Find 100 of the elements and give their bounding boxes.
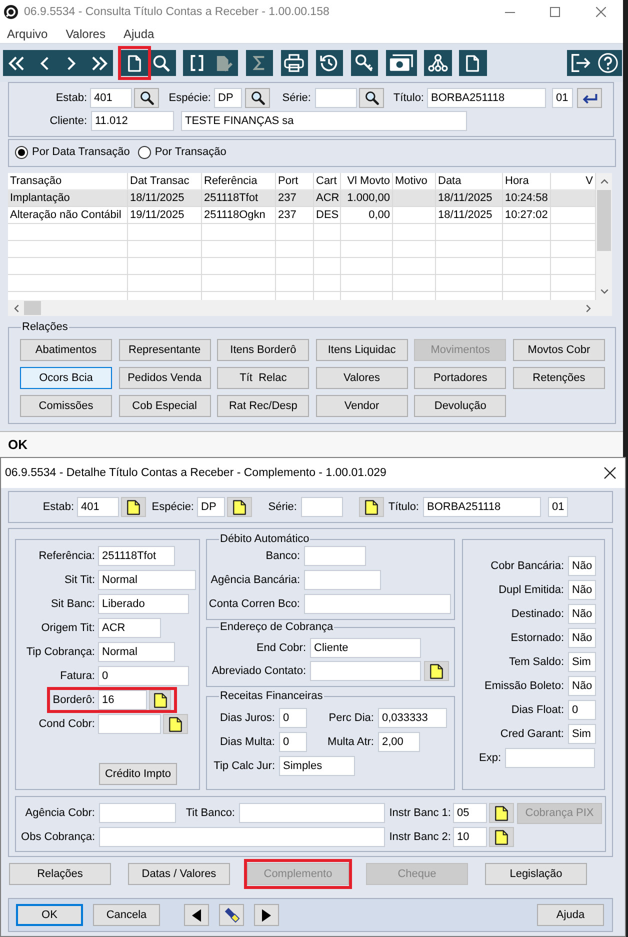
text-field[interactable]: Não [568, 556, 596, 576]
relation-button[interactable]: Rat Rec/Desp [217, 395, 310, 417]
text-field[interactable] [301, 497, 343, 517]
text-field[interactable] [99, 827, 385, 847]
toolbar-button[interactable] [350, 50, 378, 76]
toolbar-button[interactable] [316, 50, 343, 76]
radio-icon[interactable] [15, 146, 28, 158]
text-field[interactable]: Normal [98, 642, 175, 662]
relation-button[interactable]: Pedidos Venda [118, 367, 211, 389]
flashlight-button[interactable] [219, 904, 244, 926]
text-field[interactable]: 0 [279, 708, 307, 728]
lookup-button[interactable] [149, 690, 171, 710]
toolbar-button[interactable] [594, 50, 622, 76]
enter-button[interactable] [577, 88, 602, 108]
relation-button[interactable]: Cob Especial [118, 395, 211, 417]
section-button[interactable]: Legislação [485, 863, 587, 885]
toolbar-button[interactable] [183, 50, 210, 76]
text-field[interactable]: Sim [568, 724, 596, 744]
dialog-button[interactable]: Cancela [93, 904, 160, 926]
toolbar-button[interactable] [459, 50, 486, 76]
close-icon[interactable] [604, 467, 616, 479]
search-button[interactable] [359, 88, 384, 108]
menu-item[interactable]: Arquivo [0, 26, 55, 40]
lookup-button[interactable] [424, 661, 449, 681]
text-field[interactable]: 01 [548, 497, 568, 517]
previous-button[interactable] [184, 904, 209, 926]
toolbar-button[interactable] [567, 50, 594, 76]
relation-button[interactable]: Movtos Cobr [512, 339, 605, 361]
lookup-button[interactable] [121, 497, 146, 517]
text-field[interactable]: 0 [98, 666, 189, 686]
text-field[interactable]: 251118Tfot [98, 546, 175, 566]
text-field[interactable]: BORBA251118 [423, 497, 541, 517]
text-field[interactable]: 0,033333 [378, 708, 447, 728]
text-field[interactable] [239, 803, 385, 823]
toolbar-button[interactable] [3, 50, 30, 76]
text-field[interactable] [304, 546, 366, 566]
text-field[interactable] [310, 661, 421, 681]
text-field[interactable] [99, 803, 176, 823]
text-field[interactable]: 10 [453, 827, 487, 847]
text-field[interactable]: TESTE FINANÇAS sa [181, 111, 467, 131]
toolbar-button[interactable] [86, 50, 113, 76]
text-field[interactable]: Não [568, 628, 596, 648]
relation-button[interactable]: Itens Liquidac [316, 339, 408, 361]
text-field[interactable] [315, 88, 357, 108]
text-field[interactable]: DP [197, 497, 225, 517]
text-field[interactable]: DP [214, 88, 242, 108]
relation-button[interactable]: Portadores [414, 367, 506, 389]
relation-button[interactable]: Representante [118, 339, 211, 361]
relation-button[interactable]: Ocors Bcia [20, 367, 112, 389]
section-button[interactable]: Relações [9, 863, 111, 885]
relation-button[interactable]: Tít Relac [217, 367, 310, 389]
text-field[interactable]: 0 [279, 732, 307, 752]
search-button[interactable] [134, 88, 159, 108]
table-row[interactable]: Implantação 18/11/2025 251118Tfot 237 ACR 1.000,00 18/11/2025 10:24:58 [8, 190, 596, 207]
text-field[interactable]: Liberado [98, 594, 189, 614]
lookup-button[interactable] [359, 497, 384, 517]
text-field[interactable]: 2,00 [378, 732, 420, 752]
lookup-button[interactable] [227, 497, 252, 517]
action-button[interactable]: Crédito Impto [99, 763, 177, 785]
relation-button[interactable]: Valores [316, 367, 408, 389]
text-field[interactable] [505, 748, 595, 768]
text-field[interactable]: Não [568, 580, 596, 600]
text-field[interactable] [98, 714, 161, 734]
horizontal-scrollbar[interactable] [8, 300, 596, 316]
relation-button[interactable]: Itens Borderô [217, 339, 310, 361]
text-field[interactable]: Normal [98, 570, 196, 590]
text-field[interactable]: 0 [568, 700, 596, 720]
text-field[interactable] [304, 570, 381, 590]
next-button[interactable] [254, 904, 279, 926]
toolbar-button[interactable] [280, 50, 308, 76]
text-field[interactable]: 05 [453, 803, 487, 823]
text-field[interactable]: 401 [77, 497, 119, 517]
text-field[interactable]: 11.012 [91, 111, 174, 131]
text-field[interactable]: Não [568, 676, 596, 696]
table-row[interactable]: Alteração não Contábil 19/11/2025 251118Ogkn 237 DES 0,00 18/11/2025 10:27:02 [8, 207, 596, 224]
text-field[interactable]: Simples [279, 756, 355, 776]
text-field[interactable] [304, 594, 451, 614]
text-field[interactable]: Sim [568, 652, 596, 672]
lookup-button[interactable] [489, 803, 514, 823]
text-field[interactable]: 16 [98, 690, 147, 710]
search-button[interactable] [245, 88, 270, 108]
relation-button[interactable]: Comissões [20, 395, 112, 417]
text-field[interactable]: BORBA251118 [427, 88, 546, 108]
toolbar-button[interactable] [386, 50, 416, 76]
vertical-scrollbar[interactable] [596, 173, 612, 300]
dialog-button[interactable]: OK [16, 904, 83, 926]
maximize-icon[interactable] [550, 7, 560, 17]
radio-icon[interactable] [138, 146, 151, 158]
relation-button[interactable]: Abatimentos [20, 339, 112, 361]
relation-button[interactable]: Vendor [316, 395, 408, 417]
menu-item[interactable]: Valores [58, 26, 112, 40]
relation-button[interactable]: Devolução [414, 395, 506, 417]
radio-option[interactable]: Por Data Transação [15, 145, 130, 159]
dialog-button[interactable]: Ajuda [537, 904, 604, 926]
text-field[interactable]: 401 [90, 88, 132, 108]
text-field[interactable]: 01 [552, 88, 573, 108]
section-button[interactable]: Datas / Valores [128, 863, 230, 885]
scrollbar-thumb[interactable] [597, 190, 611, 251]
text-field[interactable]: Não [568, 604, 596, 624]
menu-item[interactable]: Ajuda [116, 26, 162, 40]
